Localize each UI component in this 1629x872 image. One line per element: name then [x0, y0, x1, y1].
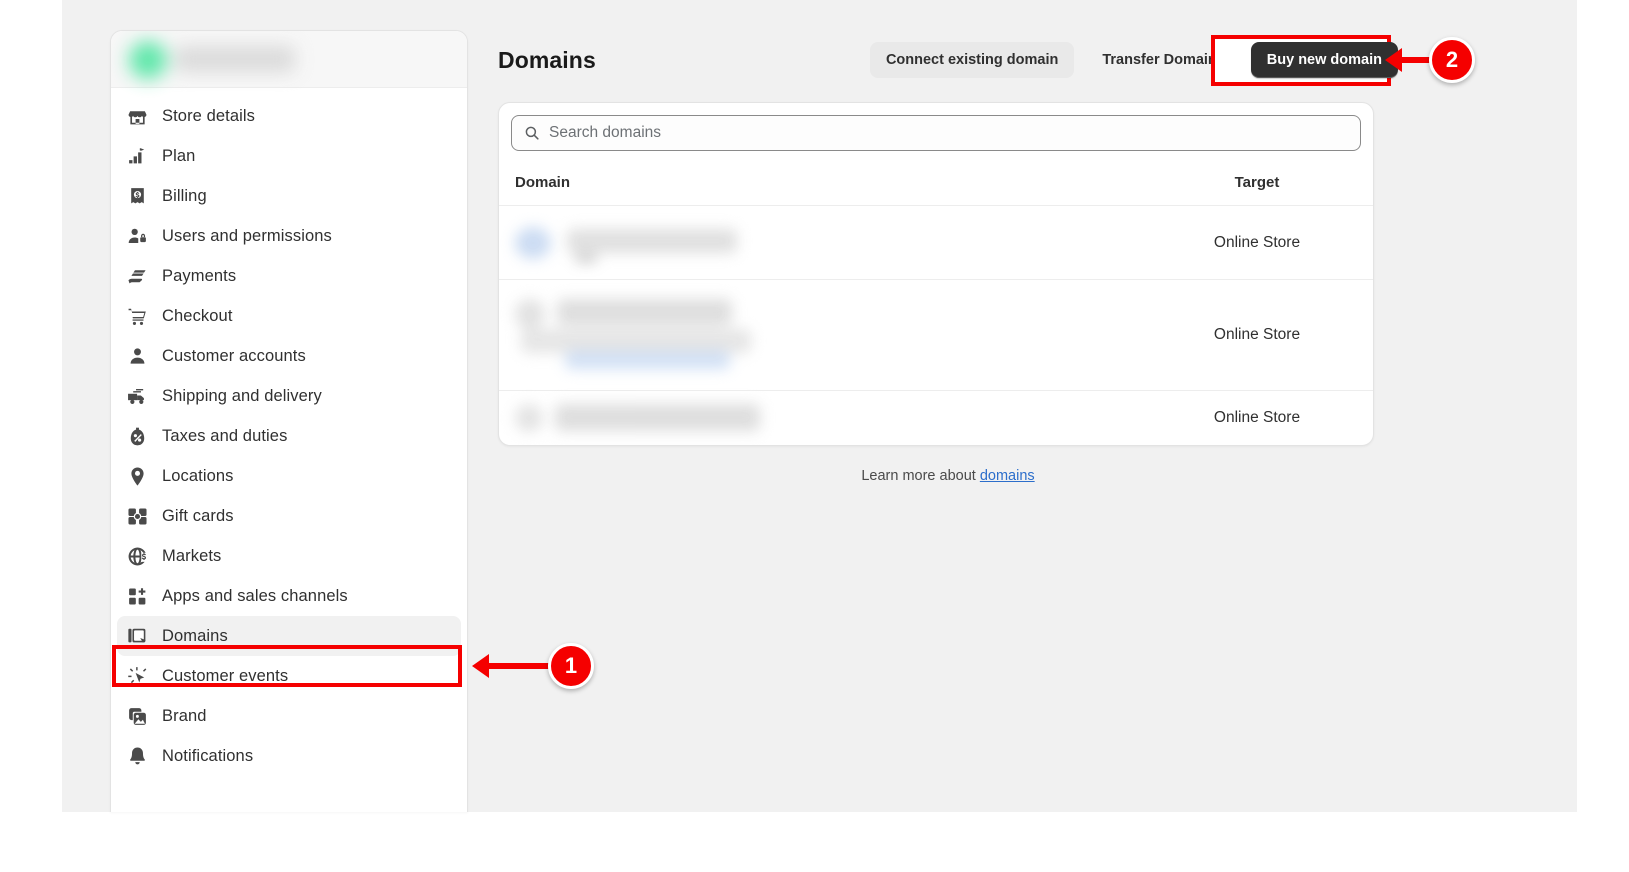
domains-link[interactable]: domains [980, 468, 1035, 484]
annotation-arrow-2 [1385, 48, 1430, 72]
sidebar-item-store-details[interactable]: Store details [117, 96, 461, 136]
customer-accounts-icon [130, 347, 145, 364]
sidebar-item-plan[interactable]: Plan [117, 136, 461, 176]
domain-cell [515, 223, 1157, 263]
redacted-domain-name [515, 223, 773, 263]
customer-events-icon [128, 666, 147, 683]
domain-cell [515, 295, 1157, 375]
search-section [499, 103, 1373, 151]
sidebar-item-checkout[interactable]: Checkout [117, 296, 461, 336]
learn-more-prefix: Learn more about [861, 468, 980, 484]
connect-existing-domain-button[interactable]: Connect existing domain [869, 42, 1075, 78]
taxes-duties-icon [130, 427, 145, 445]
search-box[interactable] [511, 115, 1361, 151]
brand-image-icon [129, 707, 146, 725]
sidebar-item-label: Payments [162, 266, 237, 285]
sidebar-item-label: Brand [162, 706, 207, 725]
checkout-cart-icon [128, 308, 146, 325]
redacted-domain-name [515, 401, 805, 435]
notifications-bell-icon [130, 746, 145, 764]
sidebar-item-label: Plan [162, 146, 196, 165]
table-header-row: Domain Target [499, 159, 1373, 205]
sidebar-item-billing[interactable]: Billing [117, 176, 461, 216]
sidebar-item-taxes-and-duties[interactable]: Taxes and duties [117, 416, 461, 456]
target-cell: Online Store [1213, 326, 1301, 343]
sidebar-item-label: Taxes and duties [162, 426, 288, 445]
sidebar-item-label: Customer accounts [162, 346, 306, 365]
billing-receipt-icon [131, 187, 144, 203]
domains-card: Domain Target Online Store [498, 102, 1374, 446]
redacted-domain-name [515, 295, 815, 375]
column-header-target: Target [1234, 173, 1280, 191]
search-input[interactable] [549, 124, 1348, 142]
domain-cell [515, 401, 1157, 435]
learn-more-text: Learn more about domains [498, 468, 1398, 484]
sidebar-nav-list: Store details Plan Billing Users and per… [111, 88, 467, 776]
sidebar-item-label: Locations [162, 466, 234, 485]
apps-channels-icon [129, 587, 146, 604]
sidebar-item-label: Shipping and delivery [162, 386, 322, 405]
markets-globe-icon [128, 547, 148, 565]
table-row[interactable]: Online Store [499, 390, 1373, 445]
column-header-domain: Domain [515, 173, 571, 191]
sidebar-store-header[interactable] [111, 31, 467, 88]
screenshot-root: Store details Plan Billing Users and per… [0, 0, 1629, 872]
sidebar-item-customer-accounts[interactable]: Customer accounts [117, 336, 461, 376]
page-header: Domains Connect existing domain Transfer… [498, 30, 1398, 90]
users-permissions-icon [128, 228, 146, 243]
sidebar-item-domains[interactable]: Domains [117, 616, 461, 656]
domains-icon [128, 628, 146, 643]
plan-chart-icon [129, 147, 145, 163]
sidebar-item-gift-cards[interactable]: Gift cards [117, 496, 461, 536]
sidebar-item-customer-events[interactable]: Customer events [117, 656, 461, 696]
location-pin-icon [131, 466, 144, 486]
gift-card-icon [128, 508, 147, 524]
page-title: Domains [498, 46, 596, 73]
sidebar-item-label: Customer events [162, 666, 289, 685]
header-actions: Connect existing domain Transfer Domain … [869, 42, 1398, 78]
sidebar-item-brand[interactable]: Brand [117, 696, 461, 736]
sidebar-item-label: Markets [162, 546, 222, 565]
sidebar-item-label: Billing [162, 186, 207, 205]
sidebar-item-label: Store details [162, 106, 256, 125]
sidebar-item-label: Users and permissions [162, 226, 332, 245]
sidebar-item-locations[interactable]: Locations [117, 456, 461, 496]
sidebar-item-shipping-and-delivery[interactable]: Shipping and delivery [117, 376, 461, 416]
sidebar-item-payments[interactable]: Payments [117, 256, 461, 296]
annotation-arrow-1 [472, 654, 549, 678]
table-row[interactable]: Online Store [499, 279, 1373, 390]
table-row[interactable]: Online Store [499, 205, 1373, 279]
shipping-truck-icon [128, 388, 144, 404]
sidebar-item-notifications[interactable]: Notifications [117, 736, 461, 776]
sidebar-item-label: Notifications [162, 746, 254, 765]
buy-new-domain-button[interactable]: Buy new domain [1250, 42, 1398, 78]
sidebar-item-markets[interactable]: Markets [117, 536, 461, 576]
sidebar-item-label: Checkout [162, 306, 233, 325]
main-content: Domains Connect existing domain Transfer… [498, 0, 1398, 484]
sidebar-item-label: Domains [162, 626, 228, 645]
storefront-icon [128, 110, 147, 124]
sidebar-item-label: Gift cards [162, 506, 234, 525]
annotation-badge-1: 1 [548, 643, 594, 689]
settings-sidebar: Store details Plan Billing Users and per… [110, 30, 468, 812]
transfer-domain-button[interactable]: Transfer Domain [1086, 42, 1232, 78]
store-logo-redacted [123, 36, 310, 83]
target-cell: Online Store [1213, 409, 1301, 426]
payments-hand-icon [128, 269, 146, 283]
sidebar-item-users-and-permissions[interactable]: Users and permissions [117, 216, 461, 256]
target-cell: Online Store [1213, 233, 1301, 251]
annotation-badge-2: 2 [1429, 37, 1475, 83]
search-icon [525, 126, 539, 140]
sidebar-item-apps-and-sales-channels[interactable]: Apps and sales channels [117, 576, 461, 616]
sidebar-item-label: Apps and sales channels [162, 586, 348, 605]
